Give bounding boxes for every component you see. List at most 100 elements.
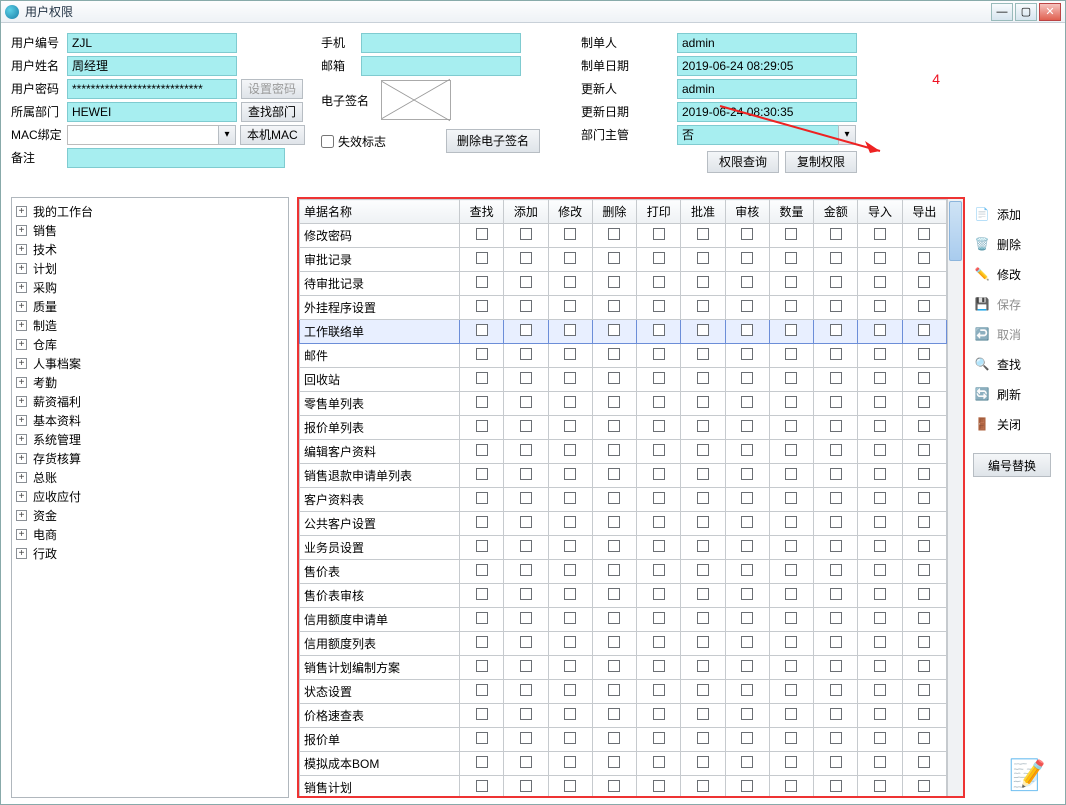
tree-item[interactable]: +资金 (14, 506, 286, 525)
perm-cell[interactable] (681, 248, 725, 272)
perm-cell[interactable] (681, 776, 725, 797)
perm-cell[interactable] (637, 728, 681, 752)
checkbox-icon[interactable] (830, 564, 842, 576)
checkbox-icon[interactable] (918, 684, 930, 696)
checkbox-icon[interactable] (830, 588, 842, 600)
field-mac[interactable] (67, 125, 219, 145)
perm-cell[interactable] (504, 440, 548, 464)
checkbox-icon[interactable] (697, 708, 709, 720)
perm-cell[interactable] (548, 632, 592, 656)
perm-cell[interactable] (902, 464, 946, 488)
perm-cell[interactable] (504, 392, 548, 416)
checkbox-icon[interactable] (918, 516, 930, 528)
perm-cell[interactable] (592, 488, 636, 512)
perm-cell[interactable] (814, 248, 858, 272)
perm-cell[interactable] (460, 704, 504, 728)
perm-cell[interactable] (592, 656, 636, 680)
perm-cell[interactable] (725, 608, 769, 632)
checkbox-icon[interactable] (520, 516, 532, 528)
perm-query-button[interactable]: 权限查询 (707, 151, 779, 173)
checkbox-icon[interactable] (874, 228, 886, 240)
perm-cell[interactable] (548, 704, 592, 728)
col-name-header[interactable]: 单据名称 (300, 200, 460, 224)
checkbox-icon[interactable] (697, 444, 709, 456)
checkbox-icon[interactable] (741, 780, 753, 792)
perm-cell[interactable] (814, 608, 858, 632)
perm-cell[interactable] (460, 272, 504, 296)
close-action[interactable]: 🚪 关闭 (973, 413, 1021, 435)
checkbox-icon[interactable] (785, 276, 797, 288)
perm-cell[interactable] (637, 752, 681, 776)
perm-cell[interactable] (858, 584, 902, 608)
checkbox-icon[interactable] (653, 540, 665, 552)
checkbox-icon[interactable] (520, 420, 532, 432)
checkbox-icon[interactable] (918, 276, 930, 288)
checkbox-icon[interactable] (653, 492, 665, 504)
checkbox-icon[interactable] (564, 756, 576, 768)
perm-cell[interactable] (460, 344, 504, 368)
checkbox-icon[interactable] (608, 588, 620, 600)
checkbox-icon[interactable] (918, 780, 930, 792)
perm-cell[interactable] (548, 728, 592, 752)
perm-cell[interactable] (725, 584, 769, 608)
perm-cell[interactable] (548, 488, 592, 512)
checkbox-icon[interactable] (918, 252, 930, 264)
perm-cell[interactable] (681, 608, 725, 632)
replace-id-button[interactable]: 编号替换 (973, 453, 1051, 477)
field-phone[interactable] (361, 33, 521, 53)
checkbox-icon[interactable] (520, 636, 532, 648)
checkbox-icon[interactable] (697, 468, 709, 480)
perm-cell[interactable] (858, 416, 902, 440)
perm-cell[interactable] (460, 464, 504, 488)
checkbox-icon[interactable] (653, 468, 665, 480)
checkbox-icon[interactable] (520, 756, 532, 768)
checkbox-icon[interactable] (874, 684, 886, 696)
checkbox-icon[interactable] (697, 564, 709, 576)
checkbox-icon[interactable] (653, 756, 665, 768)
checkbox-icon[interactable] (918, 444, 930, 456)
perm-cell[interactable] (858, 392, 902, 416)
perm-cell[interactable] (902, 656, 946, 680)
perm-cell[interactable] (769, 680, 813, 704)
checkbox-icon[interactable] (564, 636, 576, 648)
tree-item[interactable]: +人事档案 (14, 354, 286, 373)
checkbox-icon[interactable] (918, 612, 930, 624)
perm-cell[interactable] (681, 392, 725, 416)
checkbox-icon[interactable] (918, 540, 930, 552)
perm-cell[interactable] (637, 560, 681, 584)
scrollbar[interactable] (947, 199, 963, 796)
checkbox-icon[interactable] (697, 684, 709, 696)
perm-cell[interactable] (548, 560, 592, 584)
tree-item[interactable]: +薪资福利 (14, 392, 286, 411)
perm-cell[interactable] (592, 584, 636, 608)
checkbox-icon[interactable] (476, 756, 488, 768)
expand-icon[interactable]: + (16, 510, 27, 521)
row-name[interactable]: 销售计划 (300, 776, 460, 797)
perm-cell[interactable] (504, 320, 548, 344)
perm-cell[interactable] (902, 704, 946, 728)
checkbox-icon[interactable] (785, 348, 797, 360)
checkbox-icon[interactable] (476, 612, 488, 624)
checkbox-icon[interactable] (918, 564, 930, 576)
perm-cell[interactable] (681, 560, 725, 584)
perm-cell[interactable] (548, 440, 592, 464)
checkbox-icon[interactable] (874, 540, 886, 552)
perm-cell[interactable] (814, 488, 858, 512)
checkbox-icon[interactable] (697, 540, 709, 552)
perm-cell[interactable] (769, 536, 813, 560)
checkbox-icon[interactable] (741, 660, 753, 672)
perm-cell[interactable] (769, 368, 813, 392)
perm-cell[interactable] (725, 632, 769, 656)
checkbox-icon[interactable] (697, 324, 709, 336)
expand-icon[interactable]: + (16, 301, 27, 312)
set-password-button[interactable]: 设置密码 (241, 79, 303, 99)
checkbox-icon[interactable] (653, 276, 665, 288)
checkbox-icon[interactable] (564, 348, 576, 360)
checkbox-icon[interactable] (830, 372, 842, 384)
field-remark[interactable] (67, 148, 285, 168)
checkbox-icon[interactable] (874, 636, 886, 648)
checkbox-icon[interactable] (653, 300, 665, 312)
checkbox-icon[interactable] (564, 300, 576, 312)
perm-cell[interactable] (460, 776, 504, 797)
checkbox-icon[interactable] (830, 540, 842, 552)
